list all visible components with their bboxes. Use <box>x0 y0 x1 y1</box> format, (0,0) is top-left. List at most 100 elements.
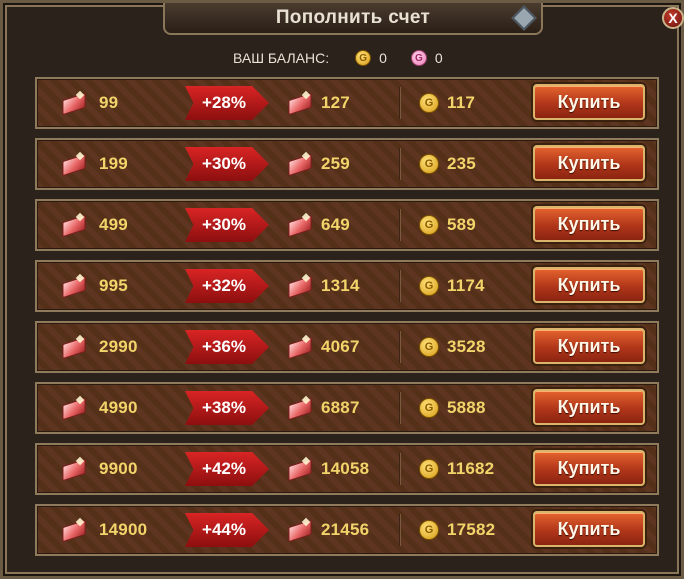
balance-label: ВАШ БАЛАНС: <box>233 50 330 66</box>
offer-gold: 589 <box>447 215 476 234</box>
close-button[interactable]: X <box>662 7 684 29</box>
bonus-percent: +42% <box>202 459 246 478</box>
gold-coin-icon: G <box>419 459 439 479</box>
offer-row: 499 +30% 649 G 589 Купить <box>35 199 659 251</box>
window-title: Пополнить счет <box>275 7 431 28</box>
crystal-icon <box>61 275 87 297</box>
gold-coin-icon: G <box>419 398 439 418</box>
bonus-percent: +30% <box>202 154 246 173</box>
buy-button-label: Купить <box>557 152 621 173</box>
offer-gold: 1174 <box>447 276 485 295</box>
crystal-icon <box>61 153 87 175</box>
buy-button-label: Купить <box>557 91 621 112</box>
bonus-badge: +44% <box>185 513 269 547</box>
buy-button[interactable]: Купить <box>533 206 645 242</box>
offer-row: 2990 +36% 4067 G 3528 Купить <box>35 321 659 373</box>
offer-price: 99 <box>99 93 119 112</box>
gold-coin-icon: G <box>419 337 439 357</box>
gold-coin-icon: G <box>419 215 439 235</box>
offer-amount: 6887 <box>321 398 360 417</box>
divider <box>399 209 400 241</box>
offer-row: 99 +28% 127 G 117 Купить <box>35 77 659 129</box>
divider <box>399 453 400 485</box>
crystal-icon <box>287 214 313 236</box>
buy-button-label: Купить <box>557 335 621 356</box>
offer-gold: 117 <box>447 93 476 112</box>
offer-amount: 21456 <box>321 520 370 539</box>
bonus-badge: +36% <box>185 330 269 364</box>
crystal-icon <box>287 458 313 480</box>
bonus-percent: +28% <box>202 93 246 112</box>
divider <box>399 514 400 546</box>
buy-button-label: Купить <box>557 396 621 417</box>
offer-gold: 235 <box>447 154 476 173</box>
buy-button-label: Купить <box>557 213 621 234</box>
crystal-icon <box>287 336 313 358</box>
buy-button[interactable]: Купить <box>533 450 645 486</box>
bonus-badge: +42% <box>185 452 269 486</box>
offer-amount: 1314 <box>321 276 360 295</box>
crystal-icon <box>287 519 313 541</box>
crystal-icon <box>61 336 87 358</box>
buy-button-label: Купить <box>557 518 621 539</box>
bonus-percent: +44% <box>202 520 246 539</box>
gold-coin-icon: G <box>419 93 439 113</box>
divider <box>399 148 400 180</box>
title-bar: Пополнить счет <box>163 3 543 35</box>
buy-button[interactable]: Купить <box>533 328 645 364</box>
divider <box>399 87 400 119</box>
balance-bar: ВАШ БАЛАНС: G 0 G 0 <box>233 47 467 69</box>
offer-price: 4990 <box>99 398 138 417</box>
gold-coin-icon: G <box>419 520 439 540</box>
buy-button[interactable]: Купить <box>533 145 645 181</box>
gold-coin-icon: G <box>419 154 439 174</box>
gold-coin-icon: G <box>355 50 372 66</box>
offer-row: 14900 +44% 21456 G 17582 Купить <box>35 504 659 556</box>
divider <box>399 270 400 302</box>
crystal-icon <box>61 458 87 480</box>
crystal-icon <box>287 397 313 419</box>
buy-button[interactable]: Купить <box>533 84 645 120</box>
crystal-icon <box>61 214 87 236</box>
offer-row: 199 +30% 259 G 235 Купить <box>35 138 659 190</box>
bonus-badge: +30% <box>185 208 269 242</box>
gold-balance-value: 0 <box>379 50 387 66</box>
offer-amount: 649 <box>321 215 350 234</box>
bonus-badge: +38% <box>185 391 269 425</box>
bonus-percent: +38% <box>202 398 246 417</box>
topup-window: Пополнить счет X ВАШ БАЛАНС: G 0 G 0 99 … <box>0 0 684 579</box>
crystal-icon <box>61 397 87 419</box>
divider <box>399 392 400 424</box>
offer-gold: 11682 <box>447 459 495 478</box>
offer-price: 995 <box>99 276 128 295</box>
offer-row: 995 +32% 1314 G 1174 Купить <box>35 260 659 312</box>
offer-gold: 5888 <box>447 398 486 417</box>
crystal-icon <box>287 92 313 114</box>
bonus-percent: +36% <box>202 337 246 356</box>
offer-gold: 17582 <box>447 520 496 539</box>
bonus-badge: +30% <box>185 147 269 181</box>
offer-amount: 4067 <box>321 337 360 356</box>
offer-amount: 127 <box>321 93 350 112</box>
crystal-icon <box>61 92 87 114</box>
buy-button[interactable]: Купить <box>533 267 645 303</box>
buy-button-label: Купить <box>557 457 621 478</box>
offer-row: 4990 +38% 6887 G 5888 Купить <box>35 382 659 434</box>
offer-price: 9900 <box>99 459 138 478</box>
offer-price: 499 <box>99 215 128 234</box>
bonus-percent: +30% <box>202 215 246 234</box>
buy-button[interactable]: Купить <box>533 511 645 547</box>
pink-coin-icon: G <box>410 50 427 66</box>
bonus-percent: +32% <box>202 276 246 295</box>
offer-amount: 259 <box>321 154 350 173</box>
offer-gold: 3528 <box>447 337 486 356</box>
bonus-badge: +28% <box>185 86 269 120</box>
gold-coin-icon: G <box>419 276 439 296</box>
buy-button[interactable]: Купить <box>533 389 645 425</box>
offer-price: 2990 <box>99 337 138 356</box>
crystal-icon <box>287 275 313 297</box>
crystal-icon <box>61 519 87 541</box>
bonus-badge: +32% <box>185 269 269 303</box>
offer-price: 199 <box>99 154 128 173</box>
offer-price: 14900 <box>99 520 148 539</box>
